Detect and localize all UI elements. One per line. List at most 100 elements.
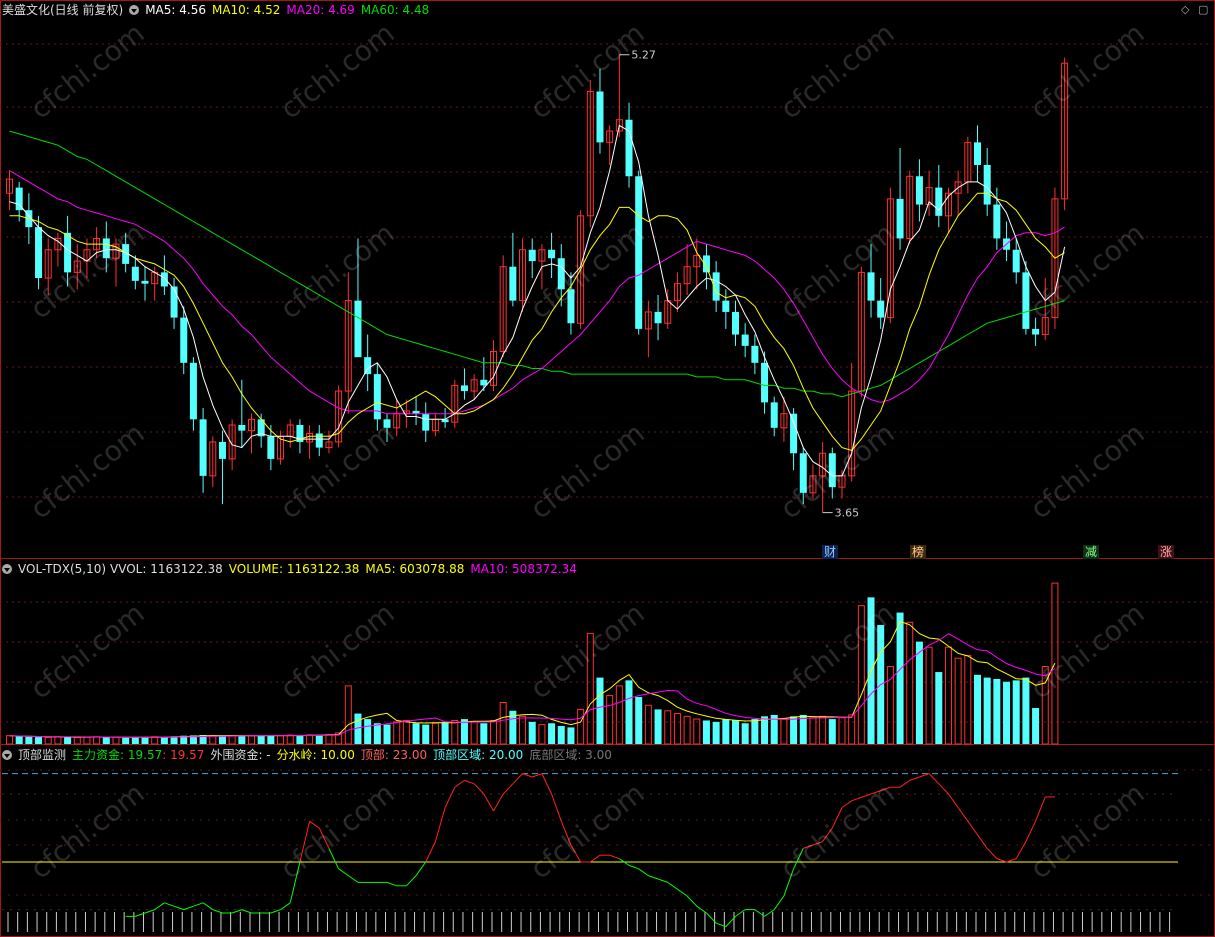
dropdown-icon[interactable]	[129, 5, 140, 15]
main-fund-line-segment	[638, 868, 649, 877]
watermark-text: cfchi.com	[274, 776, 401, 885]
volume-bar	[393, 721, 401, 745]
volume-bar	[596, 677, 604, 744]
volume-bar	[325, 734, 333, 745]
main-fund-line-segment	[464, 779, 475, 785]
event-tag-rise[interactable]: 涨	[1158, 545, 1174, 559]
main-fund-line-segment	[415, 861, 427, 876]
watermark-text: cfchi.com	[1024, 216, 1151, 325]
volume-bar	[344, 685, 352, 745]
volume-bar	[693, 718, 701, 745]
main-fund-line-segment	[425, 841, 436, 863]
chart-canvas[interactable]: 5.273.65cfchi.com cfchi.com cfchi.com cfchi…	[0, 0, 1215, 937]
price-panel-header: 美盛文化(日线 前复权) MA5: 4.56 MA10: 4.52 MA20: 4.6…	[2, 2, 435, 18]
main-fund-readout-2: : 19.57	[162, 748, 205, 762]
main-fund-line-segment	[483, 793, 494, 812]
main-fund-line-segment	[280, 902, 291, 911]
candle-body	[896, 198, 904, 239]
candle-body	[180, 317, 188, 363]
volume-bar	[209, 735, 217, 745]
volume-bar	[741, 723, 749, 744]
candle-body	[422, 413, 430, 431]
watermark-text: cfchi.com	[24, 16, 151, 125]
main-fund-line-segment	[909, 776, 920, 781]
volume-bar	[625, 680, 633, 744]
stock-title[interactable]: 美盛文化(日线 前复权)	[2, 3, 123, 17]
main-fund-line-segment	[348, 875, 359, 883]
indicator-panel-header: 顶部监测 主力资金: 19.57: 19.57 外围资金: - 分水岭: 10.00 顶…	[2, 747, 618, 763]
ma5-readout: MA5: 4.56	[145, 3, 206, 17]
candle-body	[770, 402, 778, 428]
dropdown-icon[interactable]	[2, 564, 12, 574]
volume-bar	[480, 723, 488, 744]
volume-bar	[944, 646, 952, 745]
main-fund-line-segment	[473, 783, 485, 795]
event-tag-reduce[interactable]: 减	[1083, 545, 1099, 559]
volume-bar	[983, 677, 991, 744]
volume-bar	[819, 715, 827, 745]
volume-bar	[383, 724, 391, 744]
expand-icon[interactable]: ▢	[1198, 3, 1208, 16]
candle-body	[722, 300, 730, 312]
volume-bar	[577, 708, 585, 745]
low-price-label: 3.65	[835, 507, 860, 520]
candle-body	[199, 419, 207, 476]
candle-body	[548, 249, 556, 259]
candle-body	[218, 441, 226, 459]
volume-bar	[441, 721, 449, 744]
candle-body	[993, 204, 1001, 239]
volume-bar	[557, 726, 565, 744]
watermark-text: cfchi.com	[774, 776, 901, 885]
volume-bar	[1022, 677, 1030, 744]
event-tag-finance[interactable]: 财	[822, 545, 838, 559]
diamond-icon[interactable]: ◇	[1181, 3, 1189, 16]
dropdown-icon[interactable]	[2, 750, 12, 760]
volume-bar	[848, 714, 856, 745]
event-tag-list[interactable]: 榜	[910, 545, 926, 559]
volume-bar	[799, 714, 807, 744]
volume-bar	[151, 736, 159, 745]
vol-indicator-name[interactable]: VOL-TDX(5,10)	[18, 562, 106, 576]
candle-body	[35, 227, 43, 279]
watermark-text: cfchi.com	[24, 416, 151, 525]
watermark-text: cfchi.com	[24, 596, 151, 705]
volume-bar	[460, 719, 468, 744]
volume-bar	[64, 737, 72, 744]
volume-bar	[44, 736, 52, 745]
main-fund-line-segment	[590, 854, 601, 863]
candle-body	[160, 272, 168, 287]
main-fund-line-segment	[919, 773, 930, 778]
volume-bar	[160, 737, 168, 744]
watermark-text: cfchi.com	[524, 216, 651, 325]
volume-bar	[954, 657, 962, 745]
volume-bar	[267, 735, 275, 744]
volume-bar	[761, 716, 769, 744]
watermark-text: cfchi.com	[274, 216, 401, 325]
main-fund-line-segment	[173, 905, 184, 911]
candle-body	[877, 300, 885, 318]
candle-body	[238, 424, 246, 431]
volume-bar	[993, 678, 1001, 744]
main-fund-line-segment	[996, 858, 1007, 863]
ma20-readout: MA20: 4.69	[286, 3, 355, 17]
volume-bar	[519, 715, 527, 745]
main-fund-line-segment	[241, 909, 252, 914]
main-fund-line-segment	[648, 875, 659, 880]
candle-body	[732, 311, 739, 335]
ind-name[interactable]: 顶部监测	[18, 748, 66, 762]
main-fund-line-segment	[967, 820, 978, 836]
candle-body	[596, 91, 604, 143]
candle-body	[915, 176, 923, 205]
watermark-text: cfchi.com	[24, 776, 151, 885]
candle-body	[751, 345, 759, 363]
main-fund-line-segment	[948, 793, 959, 808]
candle-body	[170, 286, 178, 318]
volume-bar	[1003, 681, 1011, 744]
main-fund-line-segment	[1015, 841, 1027, 859]
ma60-line	[9, 130, 1065, 398]
main-fund-line-segment	[677, 888, 688, 897]
candle-body	[1032, 328, 1040, 335]
volume-bar	[73, 736, 81, 745]
candle-body	[741, 334, 749, 346]
ma10-readout: MA10: 4.52	[211, 3, 281, 17]
